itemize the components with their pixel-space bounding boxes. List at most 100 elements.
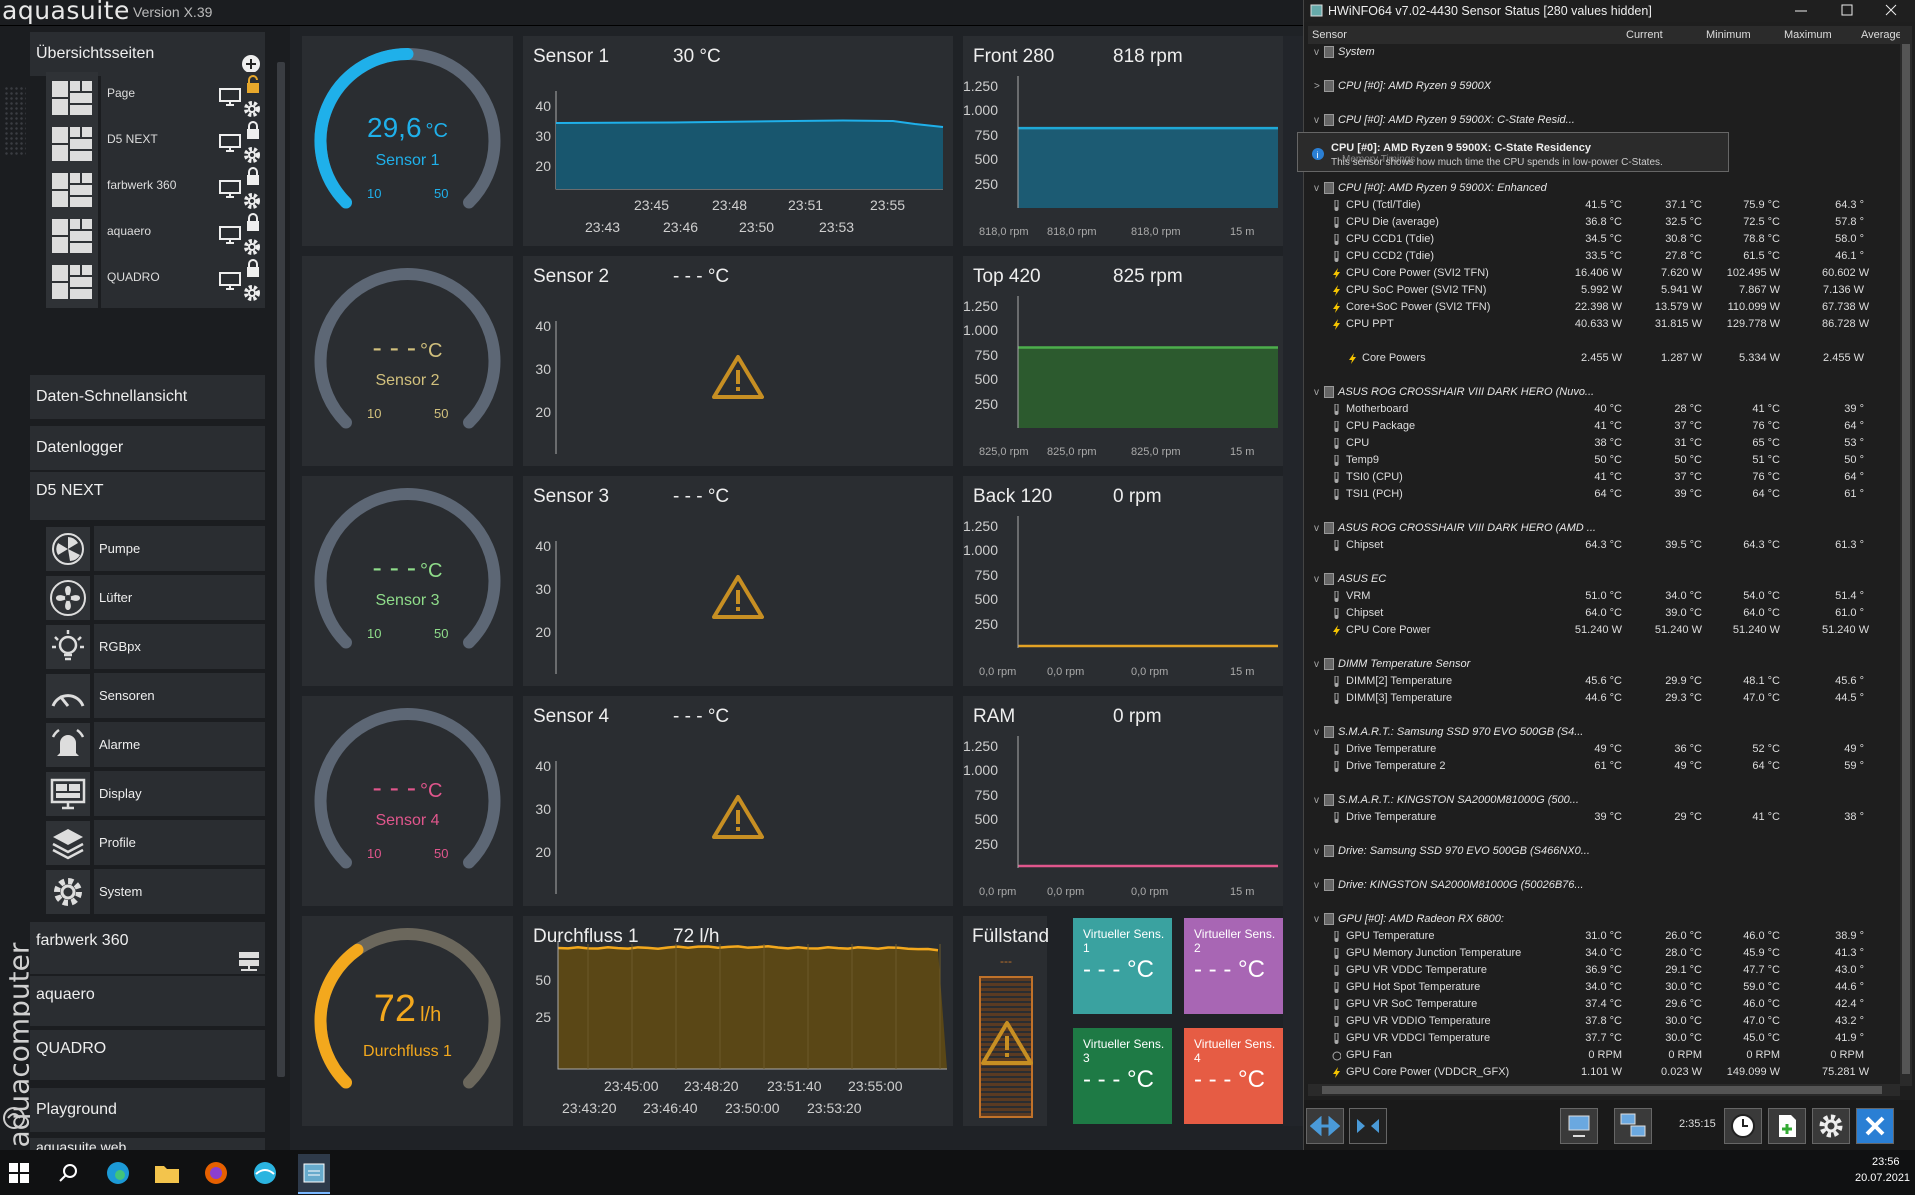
expand-toggle[interactable]: > (1314, 81, 1320, 92)
fan-chart-tile[interactable]: Front 280 818 rpm 1.250 1.000 750 500 250 818,0… (963, 36, 1293, 246)
collapse-all-button[interactable] (1349, 1108, 1387, 1144)
d5-item-display[interactable]: Display (46, 771, 265, 816)
sensor-row[interactable]: GPU Fan 0 RPM 0 RPM 0 RPM 0 RPM (1308, 1047, 1898, 1064)
taskbar-aquasuite[interactable] (250, 1158, 280, 1188)
column-minimum[interactable]: Minimum (1706, 29, 1751, 41)
settings-button[interactable] (1812, 1108, 1850, 1144)
expand-toggle[interactable]: v (1314, 115, 1319, 126)
column-sensor[interactable]: Sensor (1312, 29, 1347, 41)
sensor-row[interactable]: Temp9 50 °C 50 °C 51 °C 50 ° (1308, 452, 1898, 469)
sidebar-section-datalogger[interactable]: Datenlogger (30, 426, 265, 470)
sensor-row[interactable]: GPU VR VDDC Temperature 36.9 °C 29.1 °C 47.… (1308, 962, 1898, 979)
page-item[interactable]: Page (46, 72, 265, 124)
logging-button[interactable] (1768, 1108, 1806, 1144)
start-button[interactable] (4, 1158, 34, 1188)
taskbar-time[interactable]: 23:56 (1872, 1156, 1900, 1168)
sensor-group-row[interactable] (1308, 826, 1898, 843)
gear-icon[interactable] (242, 237, 262, 257)
sensor-group-row[interactable]: v ASUS ROG CROSSHAIR VIII DARK HERO (AMD … (1308, 520, 1898, 537)
temperature-chart-tile[interactable]: Sensor 4- - - °C 40 30 20 (523, 696, 953, 906)
d5-item-profile[interactable]: Profile (46, 820, 265, 865)
sensor-group-row[interactable]: v ASUS EC (1308, 571, 1898, 588)
expand-toggle[interactable]: v (1314, 659, 1319, 670)
sensor-row[interactable]: DIMM[2] Temperature 45.6 °C 29.9 °C 48.1 °C… (1308, 673, 1898, 690)
gauge-tile[interactable]: 29,6 °C Sensor 1 10 50 (302, 36, 513, 246)
expand-toggle[interactable]: v (1314, 914, 1319, 925)
search-button[interactable] (53, 1158, 83, 1188)
lock-icon[interactable] (245, 166, 261, 186)
maximize-icon[interactable] (1840, 3, 1854, 17)
sensor-group-row[interactable]: v CPU [#0]: AMD Ryzen 9 5900X: Enhanced (1308, 180, 1898, 197)
page-item[interactable]: QUADRO (46, 256, 265, 308)
expand-toggle[interactable]: v (1314, 727, 1319, 738)
sidebar-section-d5next[interactable]: D5 NEXT (30, 472, 265, 520)
device-network-icon[interactable] (237, 950, 261, 972)
sensor-row[interactable]: Drive Temperature 39 °C 29 °C 41 °C 38 ° (1308, 809, 1898, 826)
sidebar-section-aquaero[interactable]: aquaero (30, 976, 265, 1026)
sensor-group-row[interactable] (1308, 707, 1898, 724)
sensor-row[interactable]: TSI1 (PCH) 64 °C 39 °C 64 °C 61 ° (1308, 486, 1898, 503)
sensor-row[interactable]: CPU SoC Power (SVI2 TFN) 5.992 W 5.941 W 7.… (1308, 282, 1898, 299)
lock-icon[interactable] (245, 258, 261, 278)
gear-icon[interactable] (242, 145, 262, 165)
sensor-group-row[interactable]: v DIMM Temperature Sensor (1308, 656, 1898, 673)
monitor-icon[interactable] (219, 88, 241, 106)
sensor-group-row[interactable]: v ASUS ROG CROSSHAIR VIII DARK HERO (Nuvo… (1308, 384, 1898, 401)
expand-toggle[interactable]: v (1314, 795, 1319, 806)
monitor-icon[interactable] (219, 180, 241, 198)
sidebar-section-farbwerk[interactable]: farbwerk 360 (30, 922, 265, 974)
virtual-sensor-tile[interactable]: Virtueller Sens. 2- - - °C (1184, 918, 1283, 1014)
expand-toggle[interactable]: v (1314, 846, 1319, 857)
sensor-group-row[interactable]: > CPU [#0]: AMD Ryzen 9 5900X (1308, 78, 1898, 95)
sensor-row[interactable]: GPU Memory Junction Temperature 34.0 °C 28… (1308, 945, 1898, 962)
sensor-group-row[interactable]: v GPU [#0]: AMD Radeon RX 6800: (1308, 911, 1898, 928)
sensor-group-row[interactable]: v CPU [#0]: AMD Ryzen 9 5900X: C-State Re… (1308, 112, 1898, 129)
sensor-row[interactable]: VRM 51.0 °C 34.0 °C 54.0 °C 51.4 ° (1308, 588, 1898, 605)
sensor-row[interactable]: GPU VR VDDIO Temperature 37.8 °C 30.0 °C 47… (1308, 1013, 1898, 1030)
monitor-icon[interactable] (219, 226, 241, 244)
sensor-group-row[interactable] (1308, 367, 1898, 384)
sidebar-scrollbar[interactable] (277, 62, 285, 1077)
sensor-row[interactable]: Drive Temperature 2 61 °C 49 °C 64 °C 59 ° (1308, 758, 1898, 775)
expand-toggle[interactable]: v (1314, 47, 1319, 58)
sensor-group-row[interactable] (1308, 775, 1898, 792)
temperature-chart-tile[interactable]: Sensor 2- - - °C 40 30 20 (523, 256, 953, 466)
temperature-chart-tile[interactable]: Sensor 1 30 °C 40 30 20 23:45 23:48 23:51 23:55 2… (523, 36, 953, 246)
sensor-row[interactable]: GPU Hot Spot Temperature 34.0 °C 30.0 °C 59… (1308, 979, 1898, 996)
expand-all-button[interactable] (1306, 1108, 1344, 1144)
sensor-row[interactable]: CPU Core Power (SVI2 TFN) 16.406 W 7.620 W… (1308, 265, 1898, 282)
sensor-group-row[interactable] (1308, 639, 1898, 656)
sensor-row[interactable]: Core Powers 2.455 W 1.287 W 5.334 W 2.455 W (1308, 350, 1898, 367)
gear-icon[interactable] (242, 283, 262, 303)
sidebar-section-quickview[interactable]: Daten-Schnellansicht (30, 375, 265, 419)
hwinfo-vertical-scrollbar[interactable] (1900, 26, 1912, 1086)
gauge-tile[interactable]: - - - °C Sensor 4 10 50 (302, 696, 513, 906)
page-item[interactable]: D5 NEXT (46, 118, 265, 170)
expand-toggle[interactable]: v (1314, 880, 1319, 891)
sidebar-section-aquasuite-web[interactable]: aquasuite web (30, 1138, 265, 1150)
minimize-icon[interactable] (1794, 5, 1808, 17)
sidebar-section-overview[interactable]: Übersichtsseiten (30, 32, 265, 76)
fan-chart-tile[interactable]: RAM 0 rpm 1.250 1.000 750 500 250 0,0 rpm 0,0 rp… (963, 696, 1293, 906)
sensor-row[interactable]: DIMM[3] Temperature 44.6 °C 29.3 °C 47.0 °C… (1308, 690, 1898, 707)
taskbar-explorer[interactable] (152, 1158, 182, 1188)
sensor-row[interactable]: Chipset 64.0 °C 39.0 °C 64.0 °C 61.0 ° (1308, 605, 1898, 622)
d5-item-lüfter[interactable]: Lüfter (46, 575, 265, 620)
d5-item-rgbpx[interactable]: RGBpx (46, 624, 265, 669)
sensor-group-row[interactable]: v S.M.A.R.T.: Samsung SSD 970 EVO 500GB (… (1308, 724, 1898, 741)
sensor-row[interactable]: GPU Core Power (VDDCR_GFX) 1.101 W 0.023 W… (1308, 1064, 1898, 1081)
unlock-icon[interactable] (245, 74, 261, 94)
page-item[interactable]: farbwerk 360 (46, 164, 265, 216)
reset-timer-button[interactable] (1724, 1108, 1762, 1144)
sensor-group-row[interactable] (1308, 503, 1898, 520)
virtual-sensor-tile[interactable]: Virtueller Sens. 1- - - °C (1073, 918, 1172, 1014)
gauge-tile[interactable]: 72 l/h Durchfluss 1 (302, 916, 513, 1126)
virtual-sensor-tile[interactable]: Virtueller Sens. 4- - - °C (1184, 1028, 1283, 1124)
network-remote-button[interactable] (1614, 1108, 1652, 1144)
sensor-group-row[interactable]: v Drive: KINGSTON SA2000M81000G (50026B76… (1308, 877, 1898, 894)
page-item[interactable]: aquaero (46, 210, 265, 262)
fan-chart-tile[interactable]: Top 420 825 rpm 1.250 1.000 750 500 250 825,0 r… (963, 256, 1293, 466)
sidebar-section-playground[interactable]: Playground (30, 1088, 265, 1132)
add-page-icon[interactable] (241, 54, 261, 74)
fan-chart-tile[interactable]: Back 120 0 rpm 1.250 1.000 750 500 250 0,0 rpm 0… (963, 476, 1293, 686)
